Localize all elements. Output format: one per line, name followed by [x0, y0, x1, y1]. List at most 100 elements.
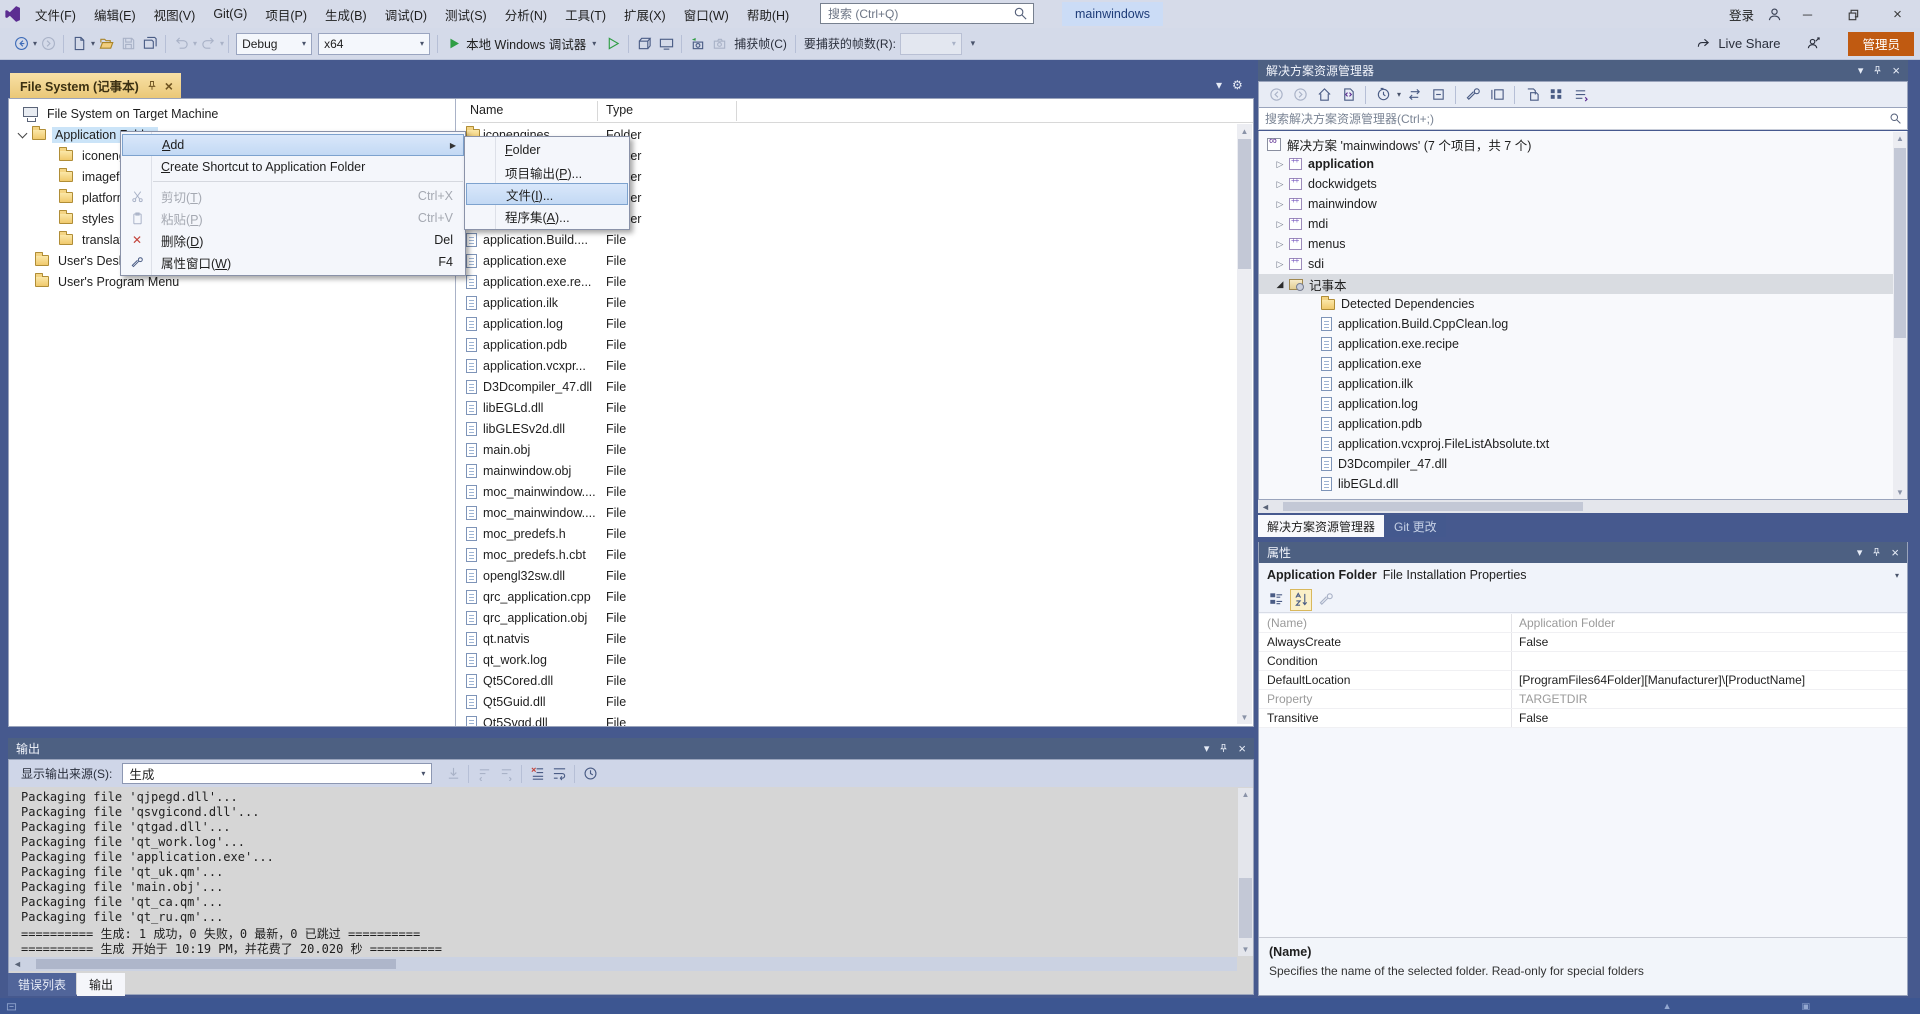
tree-item-file[interactable]: application.exe.recipe	[1259, 334, 1907, 354]
menu-project[interactable]: 项目(P)	[256, 0, 316, 28]
tree-item-project-application[interactable]: ▷ application	[1259, 154, 1907, 174]
next-message-icon[interactable]	[495, 762, 517, 786]
start-without-debugging-icon[interactable]	[602, 32, 624, 56]
chevron-down-icon[interactable]: ▾	[1895, 571, 1899, 580]
file-row[interactable]: application.pdb File	[462, 334, 1236, 355]
property-row[interactable]: Property TARGETDIR	[1259, 690, 1907, 709]
file-row[interactable]: qrc_application.cpp File	[462, 586, 1236, 607]
capture-frame-icon[interactable]	[686, 32, 708, 56]
file-row[interactable]: application.vcxpr... File	[462, 355, 1236, 376]
user-profile-icon[interactable]	[1763, 2, 1785, 26]
tree-item-file[interactable]: application.ilk	[1259, 374, 1907, 394]
column-divider[interactable]	[736, 101, 737, 121]
chevron-right-icon[interactable]: ▷	[1271, 259, 1289, 270]
menu-debug[interactable]: 调试(D)	[376, 0, 436, 28]
scrollbar-thumb[interactable]	[1282, 502, 1583, 511]
chevron-right-icon[interactable]: ▷	[1271, 179, 1289, 190]
tree-item-file[interactable]: application.exe	[1259, 354, 1907, 374]
forward-icon[interactable]	[1289, 83, 1311, 107]
column-header-type[interactable]: Type	[606, 103, 633, 117]
file-row[interactable]: main.obj File	[462, 439, 1236, 460]
capture-frame-label[interactable]: 捕获帧(C)	[734, 35, 787, 52]
quick-search-input[interactable]	[821, 6, 1008, 21]
menu-item-folder[interactable]: Folder	[465, 139, 629, 161]
column-divider[interactable]	[597, 101, 598, 121]
file-row[interactable]: moc_mainwindow.... File	[462, 481, 1236, 502]
column-header-name[interactable]: Name	[470, 103, 503, 117]
screen-capture-icon[interactable]	[655, 32, 677, 56]
file-row[interactable]: application.exe.re... File	[462, 271, 1236, 292]
property-pages-wrench-icon[interactable]	[1315, 588, 1337, 612]
tree-item-file[interactable]: application.log	[1259, 394, 1907, 414]
clear-all-icon[interactable]	[526, 762, 548, 786]
menu-item-create-shortcut[interactable]: Create Shortcut to Application Folder	[121, 156, 465, 178]
file-row[interactable]: qrc_application.obj File	[462, 607, 1236, 628]
close-icon[interactable]: ×	[165, 78, 173, 94]
scroll-down-arrow[interactable]: ▼	[1893, 488, 1907, 497]
file-row[interactable]: qt.natvis File	[462, 628, 1236, 649]
frames-count-combobox[interactable]: ▾	[899, 32, 962, 55]
menu-tools[interactable]: 工具(T)	[556, 0, 615, 28]
file-row[interactable]: Qt5Svgd.dll File	[462, 712, 1236, 726]
menu-item-file[interactable]: 文件(I)...	[466, 183, 628, 205]
tab-solution-explorer[interactable]: 解决方案资源管理器	[1258, 515, 1385, 537]
menu-help[interactable]: 帮助(H)	[738, 0, 798, 28]
background-tasks-icon[interactable]	[6, 1001, 17, 1012]
tree-item-file[interactable]: D3Dcompiler_47.dll	[1259, 454, 1907, 474]
menu-item-paste[interactable]: 粘贴(P) Ctrl+V	[121, 207, 465, 229]
tree-item-target-machine[interactable]: File System on Target Machine	[9, 103, 455, 124]
close-icon[interactable]: ×	[1892, 63, 1900, 78]
menu-item-delete[interactable]: ✕ 删除(D) Del	[121, 229, 465, 251]
configuration-combobox[interactable]: Debug ▾	[236, 32, 313, 55]
save-all-icon[interactable]	[139, 32, 161, 56]
redo-dropdown[interactable]: ▾	[220, 39, 224, 48]
pin-icon[interactable]	[1218, 743, 1229, 754]
word-wrap-icon[interactable]	[548, 762, 570, 786]
file-row[interactable]: qt_work.log File	[462, 649, 1236, 670]
file-row[interactable]: moc_predefs.h.cbt File	[462, 544, 1236, 565]
menu-edit[interactable]: 编辑(E)	[85, 0, 145, 28]
new-project-icon[interactable]	[68, 32, 90, 56]
pin-icon[interactable]	[146, 80, 158, 92]
tab-output[interactable]: 输出	[77, 973, 126, 996]
sync-with-active-document-icon[interactable]	[1337, 83, 1359, 107]
administrator-badge[interactable]: 管理员	[1848, 31, 1914, 56]
home-icon[interactable]	[1313, 83, 1335, 107]
solution-search-box[interactable]	[1258, 107, 1908, 130]
tree-item-solution[interactable]: 解决方案 'mainwindows' (7 个项目，共 7 个)	[1259, 134, 1907, 154]
scroll-indicator-icon[interactable]: ▲	[1663, 1001, 1672, 1012]
tree-item-project-dockwidgets[interactable]: ▷ dockwidgets	[1259, 174, 1907, 194]
vertical-scrollbar[interactable]: ▲ ▼	[1237, 124, 1252, 724]
feedback-icon[interactable]	[1802, 32, 1824, 56]
menu-extensions[interactable]: 扩展(X)	[615, 0, 675, 28]
file-row[interactable]: application.ilk File	[462, 292, 1236, 313]
navigate-forward-icon[interactable]	[37, 32, 59, 56]
chevron-down-icon[interactable]	[17, 128, 28, 138]
window-position-dropdown-icon[interactable]: ▾	[1204, 742, 1210, 755]
live-share-label[interactable]: Live Share	[1718, 36, 1780, 51]
menu-build[interactable]: 生成(B)	[316, 0, 376, 28]
profiler-icon[interactable]	[633, 32, 655, 56]
close-button[interactable]: ×	[1875, 0, 1920, 28]
pin-icon[interactable]	[1871, 547, 1882, 558]
file-row[interactable]: moc_predefs.h File	[462, 523, 1236, 544]
restore-button[interactable]	[1830, 0, 1875, 28]
solution-explorer-title-bar[interactable]: 解决方案资源管理器 ▾ ×	[1258, 60, 1908, 81]
property-row[interactable]: Condition	[1259, 652, 1907, 671]
properties-title-bar[interactable]: 属性 ▾ ×	[1259, 542, 1907, 563]
scroll-up-arrow[interactable]: ▲	[1238, 788, 1253, 799]
scroll-up-arrow[interactable]: ▲	[1237, 124, 1252, 138]
menu-item-add[interactable]: Add ▶	[122, 134, 464, 156]
window-position-dropdown-icon[interactable]: ▾	[1857, 546, 1863, 559]
pin-icon[interactable]	[1872, 65, 1883, 76]
document-well-dropdown-icon[interactable]: ▾	[1216, 78, 1222, 92]
file-row[interactable]: opengl32sw.dll File	[462, 565, 1236, 586]
pending-changes-filter-icon[interactable]	[1372, 83, 1394, 107]
horizontal-scrollbar[interactable]: ◄	[1258, 500, 1908, 513]
file-row[interactable]: application.log File	[462, 313, 1236, 334]
filter-dropdown[interactable]: ▾	[1397, 90, 1401, 99]
chevron-right-icon[interactable]: ▷	[1271, 239, 1289, 250]
gear-icon[interactable]: ⚙	[1232, 78, 1243, 92]
close-icon[interactable]: ×	[1891, 545, 1899, 560]
find-message-icon[interactable]	[442, 762, 464, 786]
